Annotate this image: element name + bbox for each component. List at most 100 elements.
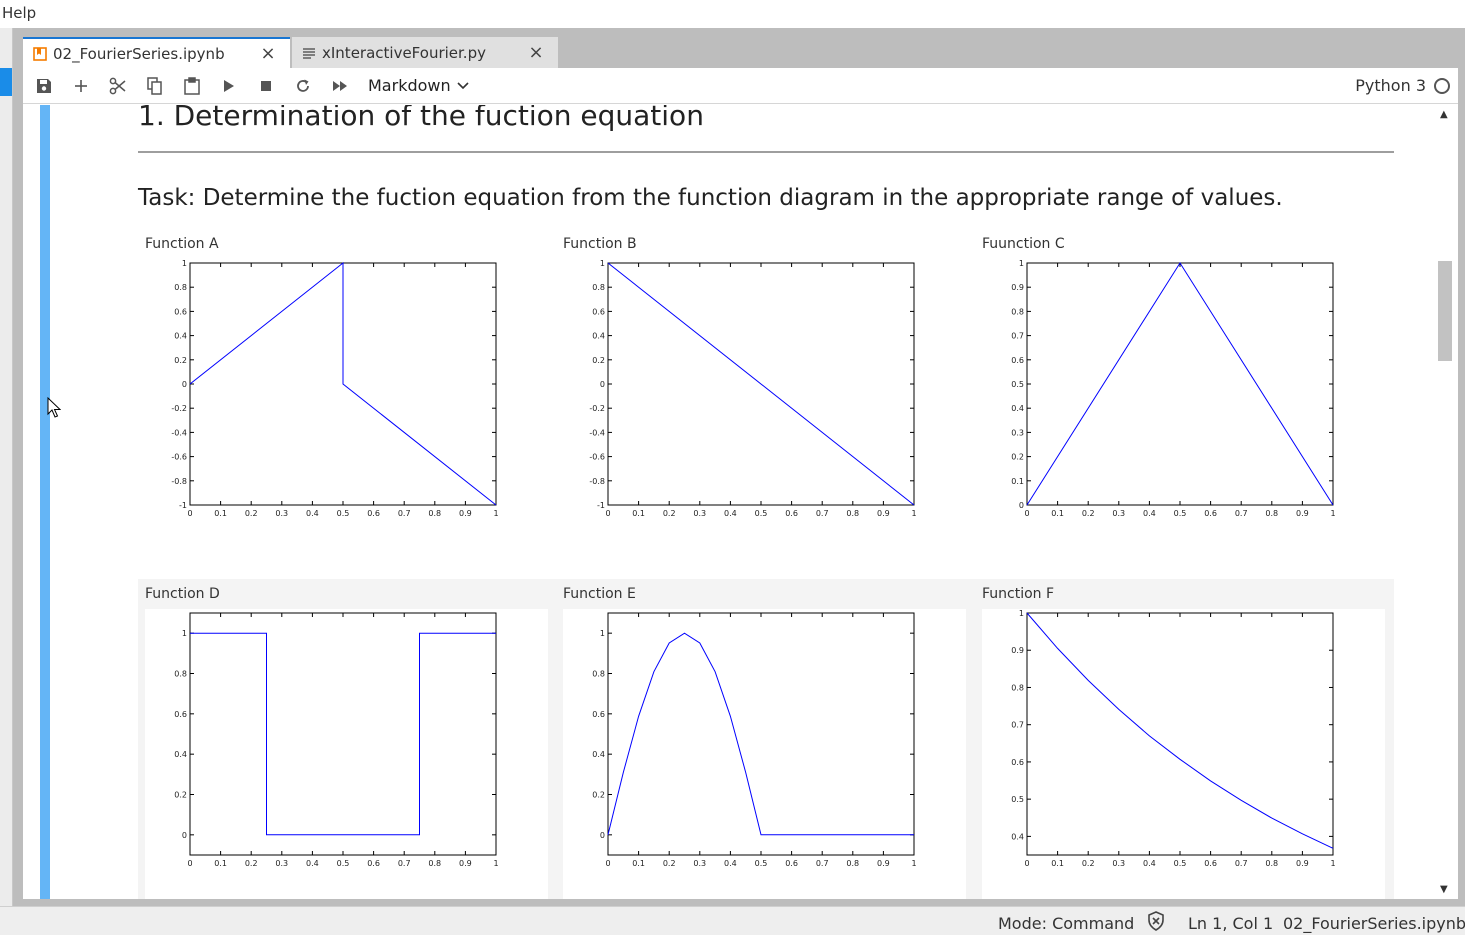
kernel-indicator[interactable]: Python 3 [1355, 76, 1450, 95]
notebook-icon [33, 46, 47, 61]
y-tick-label: -0.8 [589, 477, 605, 486]
x-tick-label: 1 [1330, 859, 1335, 868]
x-tick-label: 0.5 [337, 859, 350, 868]
chart-function-d: 0 0.1 0.2 0.3 0.4 0.5 0.6 0.7 0.8 0.9 1 0 0.2 0.4 0.6 0… [174, 612, 499, 868]
close-icon[interactable]: × [258, 43, 278, 64]
x-tick-label: 0.8 [846, 859, 859, 868]
x-tick-label: 0 [1024, 859, 1029, 868]
x-tick-label: 0.4 [1143, 509, 1156, 518]
y-tick-label: 0.4 [1011, 832, 1024, 841]
x-tick-label: 1 [911, 509, 916, 518]
plot-frame [1026, 612, 1334, 856]
scroll-down-icon[interactable]: ▼ [1440, 884, 1448, 895]
menu-bar: Help [0, 0, 1465, 28]
y-tick-label: 0.6 [174, 710, 187, 719]
x-tick-label: 0.6 [785, 859, 798, 868]
x-tick-label: 0.7 [1235, 859, 1248, 868]
x-tick-label: 0.3 [1112, 509, 1125, 518]
x-tick-label: 0.9 [1296, 859, 1309, 868]
x-tick-label: 0.9 [877, 859, 890, 868]
shield-icon[interactable] [1146, 911, 1166, 935]
save-icon[interactable] [25, 69, 62, 103]
x-tick-label: 0.4 [724, 509, 737, 518]
vertical-scrollbar[interactable]: ▲ ▼ [1433, 105, 1458, 899]
cell-type-dropdown[interactable]: Markdown [368, 76, 469, 95]
figure-title: Fuunction C [982, 236, 1065, 252]
y-tick-label: 0 [1019, 501, 1024, 510]
fast-forward-icon[interactable] [321, 69, 358, 103]
notebook-panel: Markdown Python 3 1. Determination of th… [23, 68, 1458, 899]
y-tick-label: -0.2 [589, 404, 605, 413]
x-tick-label: 0 [187, 859, 192, 868]
x-tick-label: 0.4 [306, 859, 319, 868]
y-tick-label: 0.9 [1011, 646, 1024, 655]
tab-python-file-label: xInteractiveFourier.py [322, 43, 486, 62]
x-tick-label: 0.7 [816, 859, 829, 868]
plot-frame [189, 612, 497, 856]
x-tick-label: 0.8 [1265, 509, 1278, 518]
y-tick-label: 1 [1019, 259, 1024, 268]
x-tick-label: 0.6 [367, 859, 380, 868]
x-tick-label: 0.4 [724, 859, 737, 868]
x-tick-label: 0.7 [398, 859, 411, 868]
x-tick-label: 0.3 [693, 859, 706, 868]
y-tick-label: -0.2 [171, 404, 187, 413]
y-tick-label: 0.6 [174, 307, 187, 316]
x-tick-label: 0.6 [1204, 859, 1217, 868]
x-tick-label: 0.9 [459, 509, 472, 518]
stop-icon[interactable] [247, 69, 284, 103]
sidebar-active-indicator[interactable] [0, 68, 12, 96]
y-tick-label: 1 [600, 629, 605, 638]
close-icon[interactable]: × [526, 42, 546, 63]
scroll-up-icon[interactable]: ▲ [1440, 109, 1448, 120]
y-tick-label: 0 [600, 831, 605, 840]
x-tick-label: 0.7 [398, 509, 411, 518]
plot-frame [607, 612, 915, 856]
status-cursor-position[interactable]: Ln 1, Col 1 [1188, 914, 1273, 933]
y-tick-label: 1 [182, 629, 187, 638]
copy-icon[interactable] [136, 69, 173, 103]
status-bar: Mode: Command Ln 1, Col 1 02_FourierSeri… [0, 906, 1465, 935]
x-tick-label: 0.5 [337, 509, 350, 518]
scrollbar-thumb[interactable] [1438, 261, 1452, 361]
x-tick-label: 0.5 [1174, 509, 1187, 518]
x-tick-label: 0.1 [632, 509, 645, 518]
paste-icon[interactable] [173, 69, 210, 103]
tab-notebook[interactable]: 02_FourierSeries.ipynb × [23, 37, 290, 68]
cell-collapser[interactable] [40, 105, 50, 899]
restart-icon[interactable] [284, 69, 321, 103]
status-mode[interactable]: Mode: Command [998, 914, 1134, 933]
y-tick-label: 0.2 [174, 356, 187, 365]
add-cell-icon[interactable] [62, 69, 99, 103]
y-tick-label: -1 [179, 501, 187, 510]
x-tick-label: 0.2 [245, 509, 258, 518]
chevron-down-icon [457, 81, 469, 89]
cut-icon[interactable] [99, 69, 136, 103]
mouse-cursor-icon [47, 397, 61, 418]
x-tick-label: 0.6 [785, 509, 798, 518]
x-tick-label: 0.5 [1174, 859, 1187, 868]
y-tick-label: 0.3 [1011, 428, 1024, 437]
status-filename: 02_FourierSeries.ipynb [1283, 914, 1465, 933]
task-text: Task: Determine the fuction equation fro… [138, 185, 1283, 211]
x-tick-label: 0.1 [632, 859, 645, 868]
kernel-status-icon [1434, 77, 1450, 94]
run-icon[interactable] [210, 69, 247, 103]
notebook-content: 1. Determination of the fuction equation… [23, 105, 1433, 899]
x-tick-label: 0.6 [1204, 509, 1217, 518]
chart-function-a: 0 0.1 0.2 0.3 0.4 0.5 0.6 0.7 0.8 0.9 1 -1 -0.8 -0.6 -… [171, 259, 498, 518]
text-file-icon [302, 46, 316, 60]
menu-help[interactable]: Help [2, 4, 36, 22]
y-tick-label: 0.6 [592, 307, 605, 316]
y-tick-label: 0.2 [592, 356, 605, 365]
y-tick-label: 0.6 [1011, 758, 1024, 767]
x-tick-label: 0 [605, 509, 610, 518]
y-tick-label: 0 [182, 380, 187, 389]
figure-title: Function A [145, 236, 219, 252]
x-tick-label: 0.4 [306, 509, 319, 518]
figure-title: Function B [563, 236, 637, 252]
tab-python-file[interactable]: xInteractiveFourier.py × [292, 37, 558, 68]
x-tick-label: 0.8 [428, 509, 441, 518]
plot-frame [1026, 262, 1334, 506]
y-tick-label: 0.6 [1011, 356, 1024, 365]
